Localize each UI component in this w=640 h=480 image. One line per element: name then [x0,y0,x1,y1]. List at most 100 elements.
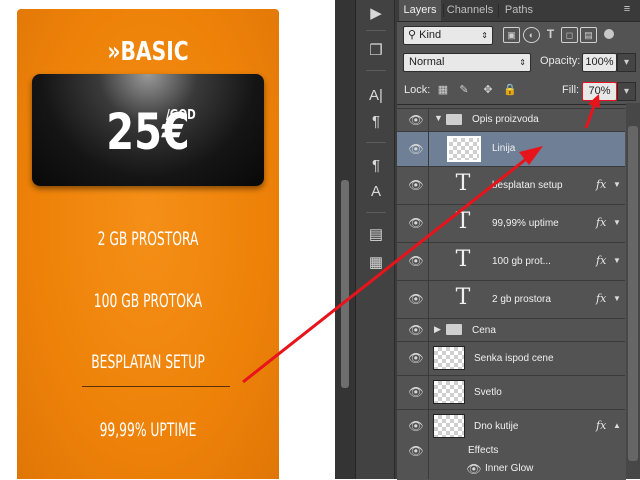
tab-layers[interactable]: Layers [399,0,441,21]
eye-icon[interactable]: 👁 [408,419,424,433]
eye-icon[interactable]: 👁 [408,216,424,230]
play-icon[interactable]: ▶ [362,3,390,25]
filter-type-icon[interactable]: T [543,27,558,41]
layer-thumbnail [433,380,465,404]
eye-icon[interactable]: 👁 [408,178,424,192]
layer-row[interactable] [397,375,625,409]
layer-thumbnail [447,136,481,162]
chevron-updown-icon: ⇕ [481,31,488,40]
layer-name: besplatan setup [492,180,563,191]
character-icon[interactable]: A| [362,85,390,107]
fx-icon[interactable]: fx [596,292,606,305]
eye-icon[interactable]: 👁 [408,351,424,365]
filter-adjustment-icon[interactable]: ◐ [523,27,540,43]
filter-kind-label: Kind [419,29,442,41]
tool-separator [366,70,386,71]
layer-name: 100 gb prot... [492,256,551,267]
3d-cube-icon[interactable]: ❒ [362,40,390,62]
divider-line [82,386,230,387]
eye-icon[interactable]: 👁 [466,462,482,476]
notes-icon[interactable]: ▤ [362,224,390,246]
pricing-card: »BASIC 25€ /GOD 2 GB PROSTORA 100 GB PRO… [17,9,279,479]
layer-row-group[interactable] [397,318,625,341]
eye-icon[interactable]: 👁 [408,254,424,268]
layer-name: Cena [472,325,496,336]
chevron-down-icon[interactable]: ▼ [613,180,621,189]
eye-icon[interactable]: 👁 [408,292,424,306]
filter-kind-select[interactable]: ⚲ Kind ⇕ [403,26,493,45]
lock-image-pixels-icon[interactable]: ✎ [457,82,471,99]
chevron-down-icon[interactable]: ▼ [613,218,621,227]
tab-channels[interactable]: Channels [445,0,495,21]
feature-setup: BESPLATAN SETUP [91,351,205,373]
eye-icon[interactable]: 👁 [408,142,424,156]
lock-label: Lock: [404,84,431,96]
chevron-right-icon[interactable]: ▶ [434,324,441,335]
filter-toggle-icon[interactable] [604,29,614,39]
blend-mode-select[interactable]: Normal ⇕ [403,53,531,72]
filter-pixel-icon[interactable]: ▣ [503,27,520,43]
opacity-input[interactable]: 100% [582,53,617,72]
folder-icon [446,114,462,125]
text-layer-icon: T [455,171,471,196]
layer-name: Senka ispod cene [474,353,554,364]
effect-name: Inner Glow [485,463,534,474]
eye-column-divider [428,108,429,479]
character-style-icon[interactable]: A [362,181,390,203]
tab-divider [498,4,499,17]
opacity-label: Opacity: [540,55,581,67]
fx-icon[interactable]: fx [596,178,606,191]
chevron-up-icon[interactable]: ▲ [613,421,621,430]
opacity-dropdown-icon[interactable]: ▾ [617,53,636,72]
layer-thumbnail [433,414,465,438]
text-layer-icon: T [455,285,471,310]
tab-divider [443,4,444,17]
fill-label: Fill: [562,84,580,96]
chevron-down-icon[interactable]: ▼ [434,113,443,123]
layer-name: Svetlo [474,387,502,398]
layer-name: 2 gb prostora [492,294,551,305]
tool-separator [366,212,386,213]
lock-transparent-pixels-icon[interactable]: ▦ [436,82,450,99]
layer-name: Linija [492,143,516,154]
fill-input[interactable]: 70% [582,82,617,101]
chevron-down-icon[interactable]: ▼ [613,256,621,265]
filter-shape-icon[interactable]: ◻ [561,27,578,43]
layer-name: Dno kutije [474,421,519,432]
tool-separator [366,30,386,31]
feature-uptime: 99,99% UPTIME [99,419,197,441]
price-unit: /GOD [166,108,196,123]
lock-all-icon[interactable]: 🔒 [503,82,517,99]
info-icon[interactable]: ▦ [362,252,390,274]
chevron-updown-icon: ⇕ [519,58,526,67]
fx-icon[interactable]: fx [596,216,606,229]
feature-storage: 2 GB PROSTORA [97,228,199,250]
layers-scrollbar-thumb[interactable] [628,126,638,461]
price-box: 25€ /GOD [32,74,264,186]
tool-separator [366,142,386,143]
dock-scrollbar[interactable] [341,180,349,388]
text-layer-icon: T [455,247,471,272]
eye-icon[interactable]: 👁 [408,385,424,399]
layer-name: 99,99% uptime [492,218,559,229]
layer-name: Opis proizvoda [472,114,539,125]
eye-icon[interactable]: 👁 [408,323,424,337]
blend-mode-value: Normal [409,56,445,68]
search-icon: ⚲ [408,29,417,41]
lock-position-icon[interactable]: ✥ [481,82,495,99]
paragraph-style-icon[interactable]: ¶ [362,155,390,177]
fx-icon[interactable]: fx [596,419,606,432]
fill-dropdown-icon[interactable]: ▾ [617,82,636,101]
feature-bandwidth: 100 GB PROTOKA [93,290,203,312]
price-amount: 25€ [106,103,190,161]
eye-icon[interactable]: 👁 [408,113,424,127]
chevron-down-icon[interactable]: ▼ [613,294,621,303]
fx-icon[interactable]: fx [596,254,606,267]
panel-menu-icon[interactable]: ≡ [619,3,635,17]
layer-thumbnail [433,346,465,370]
folder-icon [446,324,462,335]
tab-paths[interactable]: Paths [500,0,538,21]
filter-smart-object-icon[interactable]: ▤ [580,27,597,43]
eye-icon[interactable]: 👁 [408,444,424,458]
paragraph-icon[interactable]: ¶ [362,111,390,133]
